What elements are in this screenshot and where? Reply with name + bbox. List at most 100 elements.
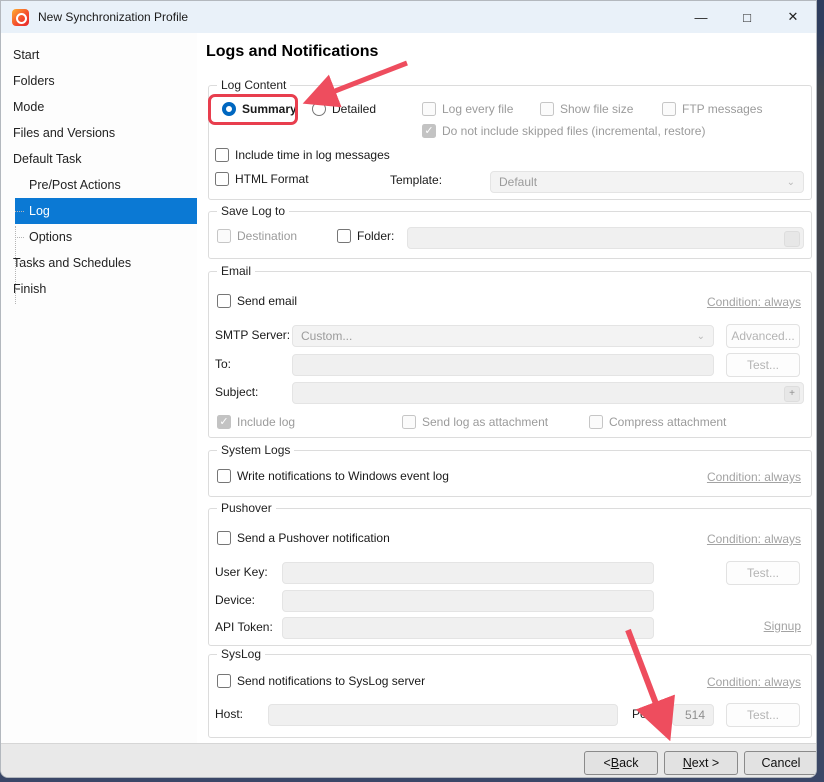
app-icon	[12, 9, 29, 26]
subject-variable-button: +	[784, 386, 800, 402]
checkbox-compress-attachment: Compress attachment	[589, 415, 726, 429]
group-caption: System Logs	[217, 443, 294, 457]
advanced-button: Advanced...	[726, 324, 800, 348]
checkbox-include-time[interactable]: Include time in log messages	[215, 148, 390, 162]
checkbox-html-format[interactable]: HTML Format	[215, 172, 309, 186]
sidebar-item-finish[interactable]: Finish	[1, 276, 197, 302]
browse-folder-button	[784, 231, 800, 247]
template-label: Template:	[390, 173, 442, 187]
email-condition-link[interactable]: Condition: always	[707, 295, 801, 309]
group-pushover: Pushover Send a Pushover notification Co…	[208, 508, 812, 646]
sidebar-item-folders[interactable]: Folders	[1, 68, 197, 94]
group-email: Email Send email Condition: always SMTP …	[208, 271, 812, 438]
email-subject-input: +	[292, 382, 804, 404]
sidebar-item-tasks-and-schedules[interactable]: Tasks and Schedules	[1, 250, 197, 276]
checkbox-icon[interactable]	[215, 172, 229, 186]
page-title: Logs and Notifications	[206, 43, 378, 61]
checkbox-icon	[217, 229, 231, 243]
smtp-server-label: SMTP Server:	[215, 328, 290, 342]
checkbox-icon	[402, 415, 416, 429]
sidebar-item-start[interactable]: Start	[1, 42, 197, 68]
user-key-label: User Key:	[215, 565, 268, 579]
group-caption: Log Content	[217, 78, 290, 92]
device-label: Device:	[215, 593, 255, 607]
titlebar: New Synchronization Profile — □ ✕	[1, 1, 816, 33]
checkbox-icon[interactable]	[217, 674, 231, 688]
api-token-input	[282, 617, 654, 639]
syslog-test-button: Test...	[726, 703, 800, 727]
minimize-icon[interactable]: —	[678, 1, 724, 33]
checkbox-include-log: ✓ Include log	[217, 415, 295, 429]
radio-icon[interactable]	[312, 102, 326, 116]
back-button[interactable]: < Back	[584, 751, 658, 775]
checkbox-icon[interactable]	[217, 294, 231, 308]
checkbox-show-file-size: Show file size	[540, 102, 633, 116]
checkbox-icon	[422, 102, 436, 116]
radio-detailed[interactable]: Detailed	[312, 102, 376, 116]
checkbox-icon[interactable]	[337, 229, 351, 243]
dialog-footer: < Back Next > Cancel	[1, 743, 816, 777]
sidebar-item-mode[interactable]: Mode	[1, 94, 197, 120]
checkbox-send-syslog[interactable]: Send notifications to SysLog server	[217, 674, 425, 688]
tree-line	[15, 237, 24, 238]
pushover-condition-link[interactable]: Condition: always	[707, 532, 801, 546]
email-test-button: Test...	[726, 353, 800, 377]
checkbox-log-every-file: Log every file	[422, 102, 513, 116]
group-caption: Email	[217, 264, 255, 278]
chevron-down-icon: ⌄	[697, 331, 705, 342]
group-caption: SysLog	[217, 647, 265, 661]
tree-line	[15, 263, 24, 264]
window-controls: — □ ✕	[678, 1, 816, 33]
group-system-logs: System Logs Write notifications to Windo…	[208, 450, 812, 497]
tree-line	[15, 211, 24, 212]
wizard-sidebar: Start Folders Mode Files and Versions De…	[1, 33, 197, 743]
signup-link[interactable]: Signup	[764, 619, 801, 633]
checkbox-icon	[540, 102, 554, 116]
template-combobox: Default ⌄	[490, 171, 804, 193]
checkbox-icon[interactable]	[215, 148, 229, 162]
device-input	[282, 590, 654, 612]
sidebar-item-files-and-versions[interactable]: Files and Versions	[1, 120, 197, 146]
sidebar-item-options[interactable]: Options	[1, 224, 197, 250]
host-label: Host:	[215, 707, 243, 721]
group-syslog: SysLog Send notifications to SysLog serv…	[208, 654, 812, 738]
checkbox-send-pushover[interactable]: Send a Pushover notification	[217, 531, 390, 545]
checkbox-icon[interactable]	[217, 469, 231, 483]
system-logs-condition-link[interactable]: Condition: always	[707, 470, 801, 484]
api-token-label: API Token:	[215, 620, 273, 634]
checkbox-icon[interactable]	[217, 531, 231, 545]
checkbox-icon	[589, 415, 603, 429]
smtp-server-combobox: Custom... ⌄	[292, 325, 714, 347]
sidebar-item-default-task[interactable]: Default Task	[1, 146, 197, 172]
to-label: To:	[215, 357, 231, 371]
group-log-content: Log Content Summary Detailed Log every f…	[208, 85, 812, 200]
email-to-input	[292, 354, 714, 376]
checkbox-checked-icon: ✓	[217, 415, 231, 429]
user-key-input	[282, 562, 654, 584]
sidebar-item-log[interactable]: Log	[15, 198, 197, 224]
pushover-test-button: Test...	[726, 561, 800, 585]
checkbox-send-email[interactable]: Send email	[217, 294, 297, 308]
dialog-window: New Synchronization Profile — □ ✕ Start …	[0, 0, 817, 778]
port-input	[672, 704, 714, 726]
checkbox-checked-icon: ✓	[422, 124, 436, 138]
host-input	[268, 704, 618, 726]
desktop-background: New Synchronization Profile — □ ✕ Start …	[0, 0, 824, 782]
next-button[interactable]: Next >	[664, 751, 738, 775]
checkbox-write-event-log[interactable]: Write notifications to Windows event log	[217, 469, 449, 483]
checkbox-folder[interactable]: Folder:	[337, 229, 394, 243]
checkbox-send-attachment: Send log as attachment	[402, 415, 548, 429]
checkbox-skip-files: ✓ Do not include skipped files (incremen…	[422, 124, 705, 138]
close-icon[interactable]: ✕	[770, 1, 816, 33]
subject-label: Subject:	[215, 385, 258, 399]
checkbox-destination: Destination	[217, 229, 297, 243]
sidebar-item-pre-post-actions[interactable]: Pre/Post Actions	[1, 172, 197, 198]
syslog-condition-link[interactable]: Condition: always	[707, 675, 801, 689]
content-pane: Logs and Notifications Log Content Summa…	[197, 33, 817, 743]
window-title: New Synchronization Profile	[38, 10, 188, 24]
group-caption: Save Log to	[217, 204, 289, 218]
checkbox-icon	[662, 102, 676, 116]
maximize-icon[interactable]: □	[724, 1, 770, 33]
checkbox-ftp-messages: FTP messages	[662, 102, 762, 116]
cancel-button[interactable]: Cancel	[744, 751, 817, 775]
